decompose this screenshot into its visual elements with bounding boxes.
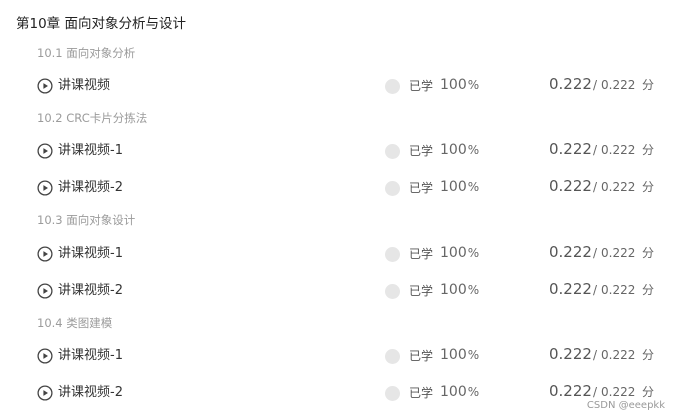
learned-label: 已学 [409, 349, 434, 363]
progress-unit: % [467, 283, 480, 297]
lesson-name[interactable]: 讲课视频-2 [58, 179, 123, 197]
score-separator: / [593, 385, 598, 399]
progress-percent: 100% [440, 382, 479, 402]
play-circle-icon[interactable] [37, 283, 53, 299]
score-separator: / [593, 143, 598, 157]
learned-label: 已学 [409, 386, 434, 400]
score-total: 0.222 [601, 180, 636, 194]
progress-percent: 100% [440, 177, 479, 197]
score-total: 0.222 [601, 348, 636, 362]
section-title: 10.3 面向对象设计 [37, 213, 136, 227]
score-earned: 0.222 [549, 177, 592, 195]
chapter-title: 第10章 面向对象分析与设计 [16, 16, 186, 32]
lesson-name[interactable]: 讲课视频-2 [58, 384, 123, 402]
lesson-row[interactable]: 讲课视频 已学 100% 0.222/0.222 分 [0, 74, 678, 98]
progress-unit: % [467, 143, 480, 157]
status-dot [385, 349, 400, 364]
score-separator: / [593, 348, 598, 362]
status-dot [385, 386, 400, 401]
progress-percent: 100% [440, 140, 479, 160]
score-unit: 分 [642, 385, 655, 399]
score-separator: / [593, 78, 598, 92]
lesson-row[interactable]: 讲课视频-1 已学 100% 0.222/0.222 分 [0, 344, 678, 368]
learned-label: 已学 [409, 79, 434, 93]
play-circle-icon[interactable] [37, 78, 53, 94]
lesson-name[interactable]: 讲课视频-2 [58, 282, 123, 300]
lesson-row[interactable]: 讲课视频-2 已学 100% 0.222/0.222 分 [0, 279, 678, 303]
learned-label: 已学 [409, 247, 434, 261]
play-circle-icon[interactable] [37, 143, 53, 159]
progress-percent: 100% [440, 243, 479, 263]
progress-number: 100 [440, 384, 467, 400]
score-total: 0.222 [601, 246, 636, 260]
status-dot [385, 144, 400, 159]
progress-unit: % [467, 348, 480, 362]
score-earned: 0.222 [549, 345, 592, 363]
score-earned: 0.222 [549, 75, 592, 93]
section-title: 10.1 面向对象分析 [37, 46, 136, 60]
lesson-name[interactable]: 讲课视频-1 [58, 245, 123, 263]
lesson-row[interactable]: 讲课视频-2 已学 100% 0.222/0.222 分 [0, 176, 678, 200]
status-dot [385, 247, 400, 262]
lesson-name[interactable]: 讲课视频 [58, 77, 110, 95]
progress-unit: % [467, 78, 480, 92]
section-title: 10.2 CRC卡片分拣法 [37, 111, 148, 125]
score-separator: / [593, 246, 598, 260]
progress-percent: 100% [440, 280, 479, 300]
progress-number: 100 [440, 179, 467, 195]
lesson-name[interactable]: 讲课视频-1 [58, 347, 123, 365]
progress-percent: 100% [440, 75, 479, 95]
lesson-name[interactable]: 讲课视频-1 [58, 142, 123, 160]
lesson-row[interactable]: 讲课视频-1 已学 100% 0.222/0.222 分 [0, 242, 678, 266]
section-title: 10.4 类图建模 [37, 316, 113, 330]
learned-label: 已学 [409, 284, 434, 298]
score-unit: 分 [642, 180, 655, 194]
status-dot [385, 284, 400, 299]
progress-number: 100 [440, 282, 467, 298]
score-earned: 0.222 [549, 140, 592, 158]
status-dot [385, 181, 400, 196]
progress-unit: % [467, 246, 480, 260]
score-unit: 分 [642, 348, 655, 362]
play-circle-icon[interactable] [37, 180, 53, 196]
score-earned: 0.222 [549, 280, 592, 298]
score-total: 0.222 [601, 283, 636, 297]
score-unit: 分 [642, 246, 655, 260]
learned-label: 已学 [409, 181, 434, 195]
progress-number: 100 [440, 347, 467, 363]
score-total: 0.222 [601, 78, 636, 92]
course-chapter-panel: 第10章 面向对象分析与设计 10.1 面向对象分析 讲课视频 已学 100% 0.2… [0, 0, 678, 420]
lesson-row[interactable]: 讲课视频-2 已学 100% 0.222/0.222 分 [0, 381, 678, 405]
progress-number: 100 [440, 77, 467, 93]
progress-percent: 100% [440, 345, 479, 365]
progress-unit: % [467, 180, 480, 194]
score-separator: / [593, 180, 598, 194]
score-unit: 分 [642, 78, 655, 92]
play-circle-icon[interactable] [37, 385, 53, 401]
progress-number: 100 [440, 245, 467, 261]
progress-number: 100 [440, 142, 467, 158]
score-total: 0.222 [601, 143, 636, 157]
score-separator: / [593, 283, 598, 297]
score-unit: 分 [642, 283, 655, 297]
score-earned: 0.222 [549, 382, 592, 400]
lesson-row[interactable]: 讲课视频-1 已学 100% 0.222/0.222 分 [0, 139, 678, 163]
status-dot [385, 79, 400, 94]
learned-label: 已学 [409, 144, 434, 158]
score-earned: 0.222 [549, 243, 592, 261]
play-circle-icon[interactable] [37, 348, 53, 364]
csdn-watermark: CSDN @eeepkk [586, 400, 665, 411]
progress-unit: % [467, 385, 480, 399]
score-total: 0.222 [601, 385, 636, 399]
score-unit: 分 [642, 143, 655, 157]
play-circle-icon[interactable] [37, 246, 53, 262]
